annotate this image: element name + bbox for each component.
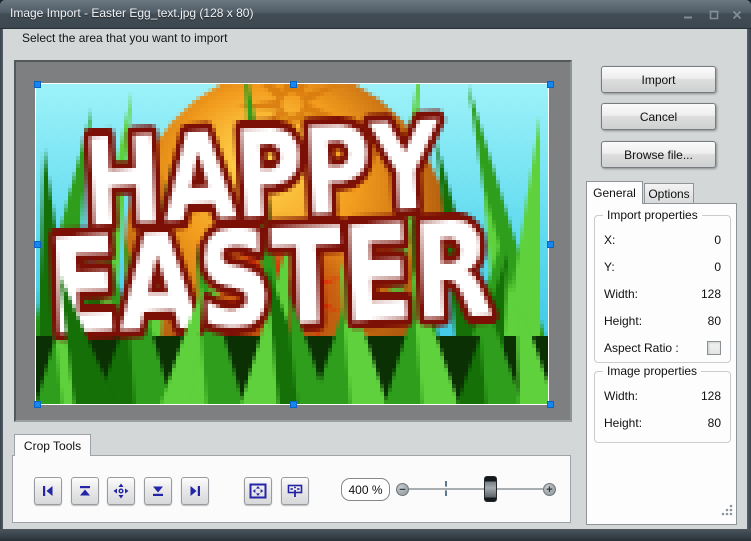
preview-position-button[interactable] [281, 477, 309, 505]
image-properties-legend: Image properties [603, 364, 701, 378]
property-value: 80 [708, 416, 721, 430]
zoom-value-field[interactable]: 400 % [341, 478, 390, 501]
crop-tools-tab[interactable]: Crop Tools [14, 434, 91, 456]
property-row-x: X: 0 [595, 226, 730, 253]
property-value: 80 [708, 314, 721, 328]
selection-handle-ne[interactable] [547, 81, 554, 88]
move-selection-bottom-button[interactable] [144, 477, 172, 505]
easter-egg-image [36, 84, 548, 404]
selection-handle-w[interactable] [34, 241, 41, 248]
window-border-left [0, 29, 3, 541]
property-row-y: Y: 0 [595, 253, 730, 280]
property-label: Height: [604, 416, 642, 430]
property-label: Height: [604, 314, 642, 328]
selection-handle-e[interactable] [547, 241, 554, 248]
property-label: X: [604, 233, 615, 247]
selection-handle-n[interactable] [290, 81, 297, 88]
property-row-image-width: Width: 128 [595, 382, 730, 409]
preview-position-icon [286, 482, 304, 500]
zoom-slider-thumb[interactable] [484, 476, 497, 502]
import-button[interactable]: Import [601, 66, 716, 93]
image-import-dialog: Image Import - Easter Egg_text.jpg (128 … [0, 0, 751, 541]
selection-handle-sw[interactable] [34, 401, 41, 408]
selection-handle-nw[interactable] [34, 81, 41, 88]
property-label: Width: [604, 287, 638, 301]
title-bar[interactable]: Image Import - Easter Egg_text.jpg (128 … [0, 0, 751, 29]
resize-grip[interactable] [720, 503, 734, 522]
window-title: Image Import - Easter Egg_text.jpg (128 … [10, 6, 253, 20]
image-properties-group: Image properties Width: 128 Height: 80 [594, 371, 731, 443]
property-row-aspect-ratio: Aspect Ratio : [595, 334, 730, 361]
property-label: Y: [604, 260, 615, 274]
fit-selection-button[interactable] [244, 477, 272, 505]
maximize-button[interactable] [704, 7, 724, 23]
property-row-height: Height: 80 [595, 307, 730, 334]
preview-panel [14, 60, 572, 422]
move-selection-center-button[interactable] [107, 477, 135, 505]
fit-selection-icon [249, 482, 267, 500]
maximize-icon [709, 10, 719, 20]
close-button[interactable] [727, 7, 747, 23]
selection-handle-se[interactable] [547, 401, 554, 408]
move-selection-right-button[interactable] [181, 477, 209, 505]
zoom-out-button[interactable]: − [396, 483, 409, 496]
aspect-ratio-label: Aspect Ratio : [604, 341, 679, 355]
move-right-icon [187, 483, 203, 499]
property-row-width: Width: 128 [595, 280, 730, 307]
tab-options[interactable]: Options [644, 183, 694, 203]
property-value: 0 [714, 260, 721, 274]
preview-image[interactable] [35, 83, 549, 405]
window-border-right [747, 29, 751, 541]
move-selection-left-button[interactable] [34, 477, 62, 505]
move-left-icon [40, 483, 56, 499]
minimize-button[interactable] [678, 7, 698, 23]
zoom-slider-tick [445, 481, 447, 496]
selection-handle-s[interactable] [290, 401, 297, 408]
import-properties-legend: Import properties [603, 208, 702, 222]
property-value: 128 [701, 389, 721, 403]
move-bottom-icon [150, 483, 166, 499]
zoom-in-button[interactable]: + [543, 483, 556, 496]
general-tab-panel: Import properties X: 0 Y: 0 Width: 128 H… [586, 203, 737, 525]
instruction-label: Select the area that you want to import [22, 31, 227, 45]
minimize-icon [683, 10, 693, 20]
resize-grip-icon [720, 503, 734, 517]
browse-file-button[interactable]: Browse file... [601, 141, 716, 168]
aspect-ratio-checkbox[interactable] [707, 341, 721, 355]
property-label: Width: [604, 389, 638, 403]
zoom-slider-track[interactable] [409, 488, 543, 490]
property-value: 128 [701, 287, 721, 301]
window-border-bottom [0, 529, 751, 541]
close-icon [732, 10, 742, 20]
property-value: 0 [714, 233, 721, 247]
import-properties-group: Import properties X: 0 Y: 0 Width: 128 H… [594, 215, 731, 363]
move-center-icon [113, 483, 129, 499]
crop-tools-panel: 400 % − + [12, 455, 571, 523]
tab-general[interactable]: General [586, 181, 643, 204]
move-top-icon [77, 483, 93, 499]
move-selection-top-button[interactable] [71, 477, 99, 505]
property-row-image-height: Height: 80 [595, 409, 730, 436]
cancel-button[interactable]: Cancel [601, 103, 716, 130]
